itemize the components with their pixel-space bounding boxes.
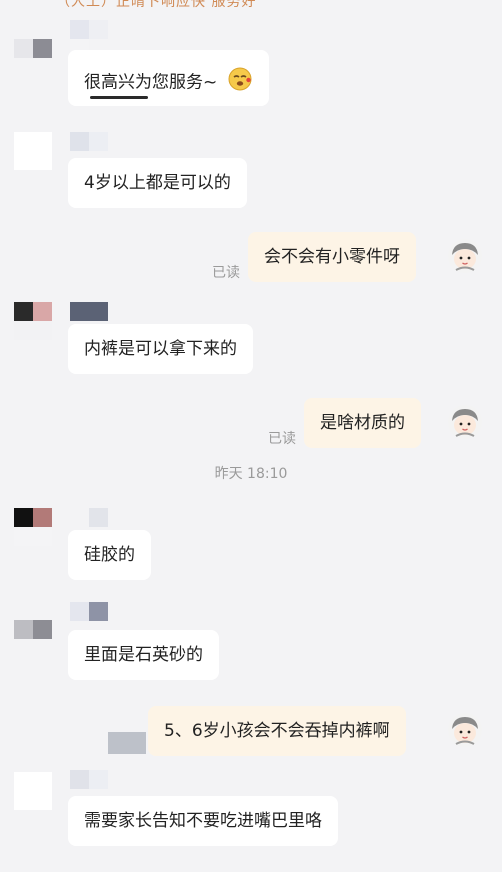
agent-avatar[interactable] (14, 132, 52, 170)
agent-avatar[interactable] (14, 508, 52, 546)
avatar-pixel (89, 770, 108, 789)
message-bubble-out[interactable]: 会不会有小零件呀 (248, 232, 416, 282)
user-avatar[interactable] (447, 712, 483, 748)
agent-avatar[interactable] (14, 772, 52, 810)
avatar-pixel (33, 620, 52, 639)
agent-avatar[interactable] (14, 302, 52, 340)
agent-avatar-icon (14, 302, 33, 321)
user-avatar[interactable] (447, 238, 483, 274)
avatar-pixel (33, 302, 52, 321)
avatar-pixel (33, 39, 52, 58)
message-bubble-out[interactable]: 是啥材质的 (304, 398, 421, 448)
agent-avatar[interactable] (14, 38, 52, 58)
blurred-overlay (108, 732, 146, 754)
message-bubble-in[interactable]: 硅胶的 (68, 530, 151, 580)
message-bubble-in[interactable]: 内裤是可以拿下来的 (68, 324, 253, 374)
avatar-pixel (89, 132, 108, 151)
avatar-pixel (89, 508, 108, 527)
avatar-pixel (70, 602, 89, 621)
agent-avatar-icon (14, 508, 33, 527)
message-text: 是啥材质的 (320, 413, 405, 433)
message-bubble-out[interactable]: 5、6岁小孩会不会吞掉内裤啊 (148, 706, 406, 756)
timestamp-divider: 昨天 18:10 (214, 466, 288, 482)
message-text: 内裤是可以拿下来的 (84, 339, 237, 359)
message-text: 硅胶的 (84, 545, 135, 565)
avatar-pixel (89, 602, 108, 621)
read-status: 已读 (212, 265, 240, 281)
top-partial-header: （人工）正晴卜响应快 服务好 (0, 0, 502, 12)
message-text: 4岁以上都是可以的 (84, 173, 231, 193)
message-text: 很高兴为您服务~ (84, 72, 218, 93)
message-bubble-in[interactable]: 需要家长告知不要吃进嘴巴里咯 (68, 796, 338, 846)
agent-avatar-icon (14, 39, 33, 58)
avatar-pixel (33, 508, 52, 527)
avatar-pixel (70, 132, 89, 151)
avatar-pixel (14, 527, 52, 546)
message-text: 里面是石英砂的 (84, 645, 203, 665)
avatar-pixel (14, 321, 52, 340)
header-partial-text: （人工）正晴卜响应快 服务好 (56, 0, 257, 10)
cartoon-user-avatar-icon (448, 713, 482, 747)
message-text: 会不会有小零件呀 (264, 247, 400, 267)
message-bubble-in[interactable]: 4岁以上都是可以的 (68, 158, 247, 208)
agent-avatar-icon (14, 620, 33, 639)
avatar-pixel (70, 20, 89, 39)
message-text: 5、6岁小孩会不会吞掉内裤啊 (164, 721, 390, 741)
agent-avatar[interactable] (14, 620, 52, 658)
text-underline-mark (90, 96, 148, 99)
avatar-pixel (70, 770, 89, 789)
user-avatar[interactable] (447, 404, 483, 440)
read-status: 已读 (268, 431, 296, 447)
avatar-pixel (89, 20, 108, 39)
cartoon-user-avatar-icon (448, 239, 482, 273)
sleepy-face-emoji-icon (227, 66, 253, 99)
agent-avatar-icon (14, 772, 52, 810)
cartoon-user-avatar-icon (448, 405, 482, 439)
avatar-pixel (70, 302, 108, 321)
message-text: 需要家长告知不要吃进嘴巴里咯 (84, 811, 322, 831)
agent-avatar-icon (14, 132, 52, 170)
message-bubble-in[interactable]: 里面是石英砂的 (68, 630, 219, 680)
